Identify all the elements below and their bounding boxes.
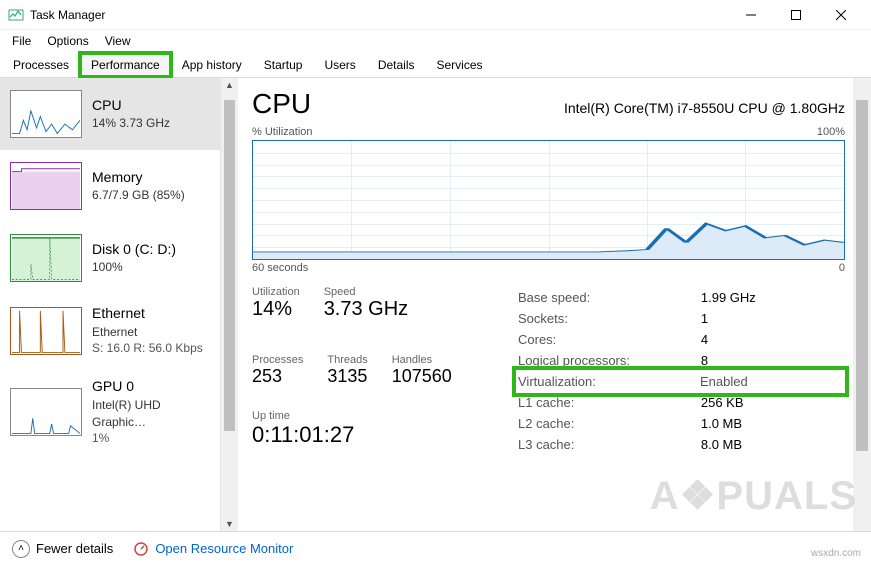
- utilization-chart: [252, 140, 845, 260]
- spec-l1-label: L1 cache:: [518, 393, 699, 412]
- chart-label-top-left: % Utilization: [252, 126, 313, 138]
- window-controls: [728, 0, 863, 30]
- menu-options[interactable]: Options: [41, 32, 94, 50]
- spec-base-speed-value: 1.99 GHz: [701, 288, 843, 307]
- scrollbar-thumb[interactable]: [224, 100, 235, 431]
- tab-strip: Processes Performance App history Startu…: [0, 52, 871, 78]
- spec-logical-value: 8: [701, 351, 843, 370]
- chart-label-bottom-right: 0: [839, 262, 845, 274]
- stat-uptime-label: Up time: [252, 410, 492, 422]
- sidebar-item-sub: 100%: [92, 259, 176, 276]
- cpu-spec-table: Base speed:1.99 GHz Sockets:1 Cores:4 Lo…: [516, 286, 845, 456]
- page-title: CPU: [252, 88, 311, 120]
- main-pane: CPU Intel(R) Core(TM) i7-8550U CPU @ 1.8…: [238, 78, 871, 531]
- spec-base-speed-label: Base speed:: [518, 288, 699, 307]
- tab-app-history[interactable]: App history: [171, 53, 253, 77]
- stat-threads-label: Threads: [327, 354, 367, 366]
- spec-virtualization-label: Virtualization:: [518, 374, 700, 389]
- stat-utilization-value: 14%: [252, 298, 300, 321]
- sidebar-item-sub: 14% 3.73 GHz: [92, 115, 170, 132]
- tab-services[interactable]: Services: [426, 53, 494, 77]
- stat-utilization-label: Utilization: [252, 286, 300, 298]
- sidebar-item-label: Disk 0 (C: D:): [92, 240, 176, 260]
- minimize-button[interactable]: [728, 0, 773, 30]
- spec-l1-value: 256 KB: [701, 393, 843, 412]
- sidebar-item-ethernet[interactable]: Ethernet Ethernet S: 16.0 R: 56.0 Kbps: [0, 294, 220, 367]
- sidebar-scrollbar[interactable]: ▲ ▼: [220, 78, 238, 531]
- window-title: Task Manager: [30, 8, 105, 22]
- stat-uptime-value: 0:11:01:27: [252, 422, 492, 448]
- spec-l3-value: 8.0 MB: [701, 435, 843, 454]
- spec-cores-value: 4: [701, 330, 843, 349]
- sidebar-item-sub: 6.7/7.9 GB (85%): [92, 187, 185, 204]
- cpu-sparkline-icon: [10, 90, 82, 138]
- main-scrollbar[interactable]: [853, 78, 871, 531]
- resource-monitor-icon: [133, 541, 149, 557]
- sidebar-item-gpu[interactable]: GPU 0 Intel(R) UHD Graphic… 1%: [0, 367, 220, 457]
- sidebar-item-label: Memory: [92, 168, 185, 188]
- close-button[interactable]: [818, 0, 863, 30]
- tab-details[interactable]: Details: [367, 53, 426, 77]
- stat-processes-value: 253: [252, 366, 303, 387]
- tab-startup[interactable]: Startup: [253, 53, 314, 77]
- menu-view[interactable]: View: [99, 32, 137, 50]
- menu-file[interactable]: File: [6, 32, 37, 50]
- sidebar-item-memory[interactable]: Memory 6.7/7.9 GB (85%): [0, 150, 220, 222]
- tab-performance[interactable]: Performance: [80, 53, 171, 77]
- stat-speed-label: Speed: [324, 286, 408, 298]
- scroll-down-icon[interactable]: ▼: [225, 519, 234, 529]
- app-icon: [8, 7, 24, 23]
- stat-handles-label: Handles: [392, 354, 452, 366]
- tab-processes[interactable]: Processes: [2, 53, 80, 77]
- sidebar-item-label: GPU 0: [92, 377, 210, 397]
- scrollbar-thumb[interactable]: [856, 100, 868, 451]
- memory-sparkline-icon: [10, 162, 82, 210]
- spec-virtualization-value: Enabled: [700, 374, 748, 389]
- gpu-sparkline-icon: [10, 388, 82, 436]
- spec-l3-label: L3 cache:: [518, 435, 699, 454]
- footer: ˄ Fewer details Open Resource Monitor: [0, 531, 871, 565]
- stat-threads-value: 3135: [327, 366, 367, 387]
- sidebar-item-label: CPU: [92, 96, 170, 116]
- tab-users[interactable]: Users: [313, 53, 366, 77]
- sidebar-item-sub2: S: 16.0 R: 56.0 Kbps: [92, 340, 203, 357]
- disk-sparkline-icon: [10, 234, 82, 282]
- sidebar-item-disk[interactable]: Disk 0 (C: D:) 100%: [0, 222, 220, 294]
- stat-processes-label: Processes: [252, 354, 303, 366]
- source-watermark: wsxdn.com: [811, 548, 861, 559]
- spec-sockets-label: Sockets:: [518, 309, 699, 328]
- spec-l2-label: L2 cache:: [518, 414, 699, 433]
- sidebar-item-sub: Intel(R) UHD Graphic…: [92, 397, 210, 431]
- stat-speed-value: 3.73 GHz: [324, 298, 408, 321]
- sidebar-item-sub: Ethernet: [92, 324, 203, 341]
- chevron-up-icon[interactable]: ˄: [12, 540, 30, 558]
- menu-bar: File Options View: [0, 30, 871, 52]
- sidebar: CPU 14% 3.73 GHz Memory 6.7/7.9 GB (85%): [0, 78, 238, 531]
- content-area: CPU 14% 3.73 GHz Memory 6.7/7.9 GB (85%): [0, 78, 871, 531]
- stat-handles-value: 107560: [392, 366, 452, 387]
- open-resource-monitor-link[interactable]: Open Resource Monitor: [155, 541, 293, 556]
- chart-label-bottom-left: 60 seconds: [252, 262, 308, 274]
- ethernet-sparkline-icon: [10, 307, 82, 355]
- spec-sockets-value: 1: [701, 309, 843, 328]
- cpu-model: Intel(R) Core(TM) i7-8550U CPU @ 1.80GHz: [564, 100, 845, 116]
- chart-label-top-right: 100%: [817, 126, 845, 138]
- maximize-button[interactable]: [773, 0, 818, 30]
- spec-l2-value: 1.0 MB: [701, 414, 843, 433]
- sidebar-item-cpu[interactable]: CPU 14% 3.73 GHz: [0, 78, 220, 150]
- sidebar-item-label: Ethernet: [92, 304, 203, 324]
- spec-cores-label: Cores:: [518, 330, 699, 349]
- title-bar: Task Manager: [0, 0, 871, 30]
- spec-logical-label: Logical processors:: [518, 351, 699, 370]
- scroll-up-icon[interactable]: ▲: [225, 80, 234, 90]
- sidebar-item-sub2: 1%: [92, 430, 210, 447]
- fewer-details-button[interactable]: Fewer details: [36, 541, 113, 556]
